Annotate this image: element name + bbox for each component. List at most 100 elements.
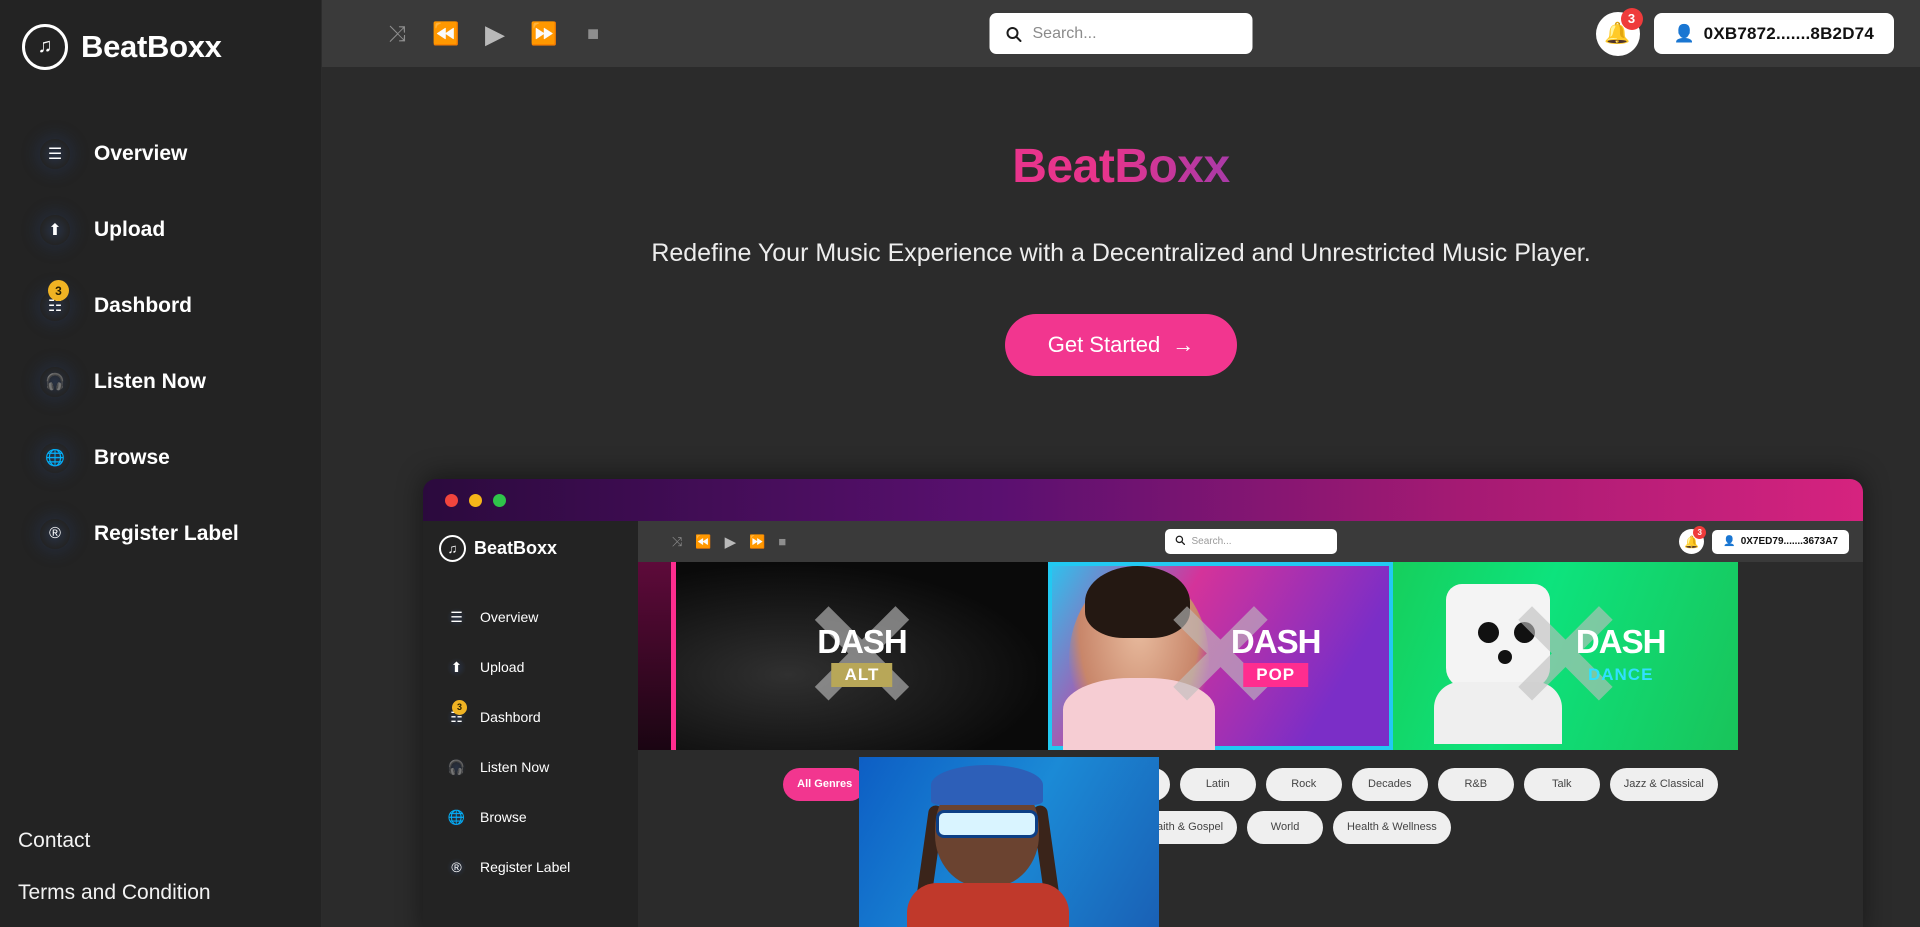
footer-link-contact[interactable]: Contact [18, 829, 211, 853]
carousel-slide-title: DASH [1230, 623, 1322, 660]
preview-sidebar-item-dashbord[interactable]: 3 ☷ Dashbord [423, 692, 638, 742]
menu-lines-icon: ☰ [40, 139, 70, 169]
fast-forward-icon[interactable]: ⏩ [749, 534, 765, 550]
sidebar-badge: 3 [48, 280, 69, 301]
stop-icon[interactable]: ■ [580, 21, 606, 47]
preview-sidebar-item-upload[interactable]: ⬆ Upload [423, 642, 638, 692]
carousel-slide-caption: DASH ALT [817, 625, 908, 687]
menu-lines-icon: ☰ [447, 607, 466, 627]
genre-pill-talk[interactable]: Talk [1523, 768, 1600, 801]
app-preview-window: ♫ BeatBoxx ☰ Overview ⬆ Upload 3 ☷ Dashb… [423, 479, 1863, 927]
sidebar-item-browse[interactable]: 🌐 Browse [0, 420, 321, 496]
carousel-slide-partial-left[interactable] [638, 562, 676, 750]
sidebar-item-dashbord[interactable]: 3 ☷ Dashbord [0, 268, 321, 344]
genre-pill-all-genres[interactable]: All Genres [783, 768, 867, 801]
artist-eye-left [1478, 622, 1500, 643]
carousel-slide-caption: DASH DANCE [1575, 625, 1667, 687]
sidebar-item-register-label[interactable]: ® Register Label [0, 496, 321, 572]
preview-sidebar-badge: 3 [452, 699, 467, 715]
shuffle-icon[interactable]: ⤨ [672, 534, 682, 550]
genre-pill-rnb[interactable]: R&B [1437, 768, 1514, 801]
preview-notifications-button[interactable]: 🔔 3 [1679, 526, 1707, 554]
get-started-button[interactable]: Get Started → [1004, 314, 1238, 376]
footer-link-terms[interactable]: Terms and Condition [18, 881, 211, 905]
search-input[interactable] [1032, 24, 1237, 43]
preview-sidebar-item-overview[interactable]: ☰ Overview [423, 592, 638, 642]
sidebar-item-overview[interactable]: ☰ Overview [0, 116, 321, 192]
stop-icon[interactable]: ■ [778, 534, 786, 549]
page-title: BeatBoxx [1012, 140, 1230, 193]
preview-wallet-address-button[interactable]: 👤 0X7ED79.......3673A7 [1712, 529, 1849, 554]
sidebar: ♫ BeatBoxx ☰ Overview ⬆ Upload 3 ☷ Dashb… [0, 0, 322, 927]
carousel-slide-caption: DASH POP [1231, 625, 1321, 687]
upload-icon: ⬆ [447, 657, 466, 677]
music-note-circle-icon: ♫ [22, 24, 68, 70]
sidebar-item-label: Dashbord [94, 294, 193, 317]
preview-sidebar-item-label: Overview [480, 609, 539, 625]
preview-sidebar-item-label: Browse [480, 809, 527, 825]
preview-content: ⤨ ⏪ ▶ ⏩ ■ Search... 🔔 3 👤 0X7ED79.......… [638, 521, 1863, 927]
genre-pill-world[interactable]: World [1247, 811, 1324, 844]
preview-nav: ☰ Overview ⬆ Upload 3 ☷ Dashbord 🎧 Liste… [423, 592, 638, 892]
preview-sidebar-item-label: Dashbord [480, 709, 541, 725]
window-close-dot[interactable] [445, 493, 458, 507]
carousel-slide-dance[interactable]: ✕ DASH DANCE [1393, 562, 1738, 750]
hero-section: BeatBoxx Redefine Your Music Experience … [322, 67, 1920, 376]
sidebar-item-label: Listen Now [94, 370, 207, 393]
rewind-icon[interactable]: ⏪ [432, 21, 459, 47]
preview-brand-logo[interactable]: ♫ BeatBoxx [423, 521, 638, 562]
sidebar-footer: Contact Terms and Condition [18, 829, 211, 905]
preview-sidebar-item-label: Register Label [480, 859, 571, 875]
wallet-address-button[interactable]: 👤 0XB7872.......8B2D74 [1653, 13, 1894, 54]
carousel-slide-tag: POP [1243, 663, 1309, 687]
genre-pill-latin[interactable]: Latin [1179, 768, 1256, 801]
notifications-button[interactable]: 🔔 3 [1595, 7, 1643, 56]
play-icon[interactable]: ▶ [725, 533, 737, 551]
preview-titlebar [423, 479, 1863, 521]
genre-pill-decades[interactable]: Decades [1351, 768, 1428, 801]
preview-notification-count: 3 [1693, 526, 1707, 539]
fast-forward-icon[interactable]: ⏩ [530, 21, 557, 47]
dashboard-icon: 3 ☷ [40, 280, 70, 321]
notification-count: 3 [1620, 7, 1643, 30]
rewind-icon[interactable]: ⏪ [695, 534, 711, 550]
app-root: ♫ BeatBoxx ☰ Overview ⬆ Upload 3 ☷ Dashb… [0, 0, 1920, 927]
preview-body: ♫ BeatBoxx ☰ Overview ⬆ Upload 3 ☷ Dashb… [423, 521, 1863, 927]
genre-row-2: Country Faith & Gospel World Health & We… [668, 811, 1833, 844]
shuffle-icon[interactable]: ⤨ [384, 21, 410, 47]
genre-filters: All Genres Pop Hip-Hop Electronic & Danc… [638, 750, 1863, 844]
globe-icon: 🌐 [447, 807, 466, 827]
headphones-icon: 🎧 [447, 757, 466, 777]
preview-sidebar-item-browse[interactable]: 🌐 Browse [423, 792, 638, 842]
preview-topbar-right: 🔔 3 👤 0X7ED79.......3673A7 [1679, 526, 1849, 554]
featured-carousel[interactable]: ✕ DASH ALT ✕ DASH POP ✕ DASH DANCE [638, 562, 1863, 927]
window-maximize-dot[interactable] [493, 493, 506, 507]
topbar-right: 🔔 3 👤 0XB7872.......8B2D74 [1595, 7, 1894, 56]
preview-sidebar-item-register-label[interactable]: ® Register Label [423, 842, 638, 892]
genre-pill-jazz-classical[interactable]: Jazz & Classical [1609, 768, 1718, 801]
brand-name: BeatBoxx [81, 29, 222, 64]
sidebar-item-upload[interactable]: ⬆ Upload [0, 192, 321, 268]
preview-search-input[interactable] [1191, 536, 1327, 547]
globe-icon: 🌐 [40, 443, 70, 473]
wallet-address: 0XB7872.......8B2D74 [1703, 23, 1874, 43]
preview-topbar: ⤨ ⏪ ▶ ⏩ ■ Search... 🔔 3 👤 0X7ED79.......… [638, 521, 1863, 562]
main-content: ⤨ ⏪ ▶ ⏩ ■ 🔔 3 👤 [322, 0, 1920, 927]
preview-sidebar-item-label: Upload [480, 659, 525, 675]
window-minimize-dot[interactable] [469, 493, 482, 507]
preview-sidebar: ♫ BeatBoxx ☰ Overview ⬆ Upload 3 ☷ Dashb… [423, 521, 638, 927]
sidebar-nav: ☰ Overview ⬆ Upload 3 ☷ Dashbord 🎧 Liste… [0, 116, 321, 572]
carousel-slide-alt[interactable]: ✕ DASH ALT [676, 562, 1048, 750]
arrow-right-icon: → [1172, 332, 1195, 357]
genre-pill-rock[interactable]: Rock [1265, 768, 1342, 801]
carousel-slide-pop[interactable]: ✕ DASH POP [1048, 562, 1393, 750]
preview-sidebar-item-listen-now[interactable]: 🎧 Listen Now [423, 742, 638, 792]
genre-pill-health-wellness[interactable]: Health & Wellness [1333, 811, 1451, 844]
sidebar-item-listen-now[interactable]: 🎧 Listen Now [0, 344, 321, 420]
registered-r-icon: ® [447, 857, 466, 877]
play-icon[interactable]: ▶ [482, 21, 508, 47]
preview-search-box[interactable] [1164, 529, 1337, 554]
brand-logo[interactable]: ♫ BeatBoxx [0, 0, 321, 70]
preview-sidebar-item-label: Listen Now [480, 759, 550, 775]
search-box[interactable] [989, 13, 1253, 54]
